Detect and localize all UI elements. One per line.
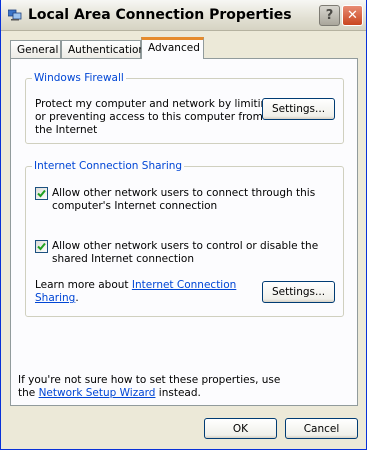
firewall-settings-button[interactable]: Settings... [262,98,335,120]
ics-group-title: Internet Connection Sharing [32,160,185,172]
footer-suffix: instead. [155,387,201,399]
learn-more-prefix: Learn more about [35,279,132,291]
ics-settings-button[interactable]: Settings... [262,281,335,303]
footer-prefix: the [18,387,39,399]
firewall-description-line-2: or preventing access to this computer fr… [35,111,263,123]
learn-more-line-2: Sharing. [35,292,79,305]
allow-control-label-line-2[interactable]: shared Internet connection [52,253,194,266]
ics-help-link-continued[interactable]: Sharing [35,292,75,304]
ok-button[interactable]: OK [204,418,277,439]
learn-more-line-1: Learn more about Internet Connection [35,279,236,292]
footer-line-2: the Network Setup Wizard instead. [18,387,201,400]
windows-firewall-group-title: Windows Firewall [32,72,126,84]
cancel-button[interactable]: Cancel [285,418,358,439]
windows-firewall-group: Windows Firewall Protect my computer and… [25,72,344,144]
allow-control-label-line-1[interactable]: Allow other network users to control or … [52,240,318,253]
tab-authentication[interactable]: Authentication [61,40,145,58]
tab-general[interactable]: General [10,40,61,58]
help-button[interactable]: ? [319,5,340,26]
allow-connect-checkbox[interactable] [35,187,48,200]
checkmark-icon [37,242,46,251]
firewall-description-line-1: Protect my computer and network by limit… [35,98,274,110]
checkmark-icon [37,189,46,198]
advanced-tab-panel: Windows Firewall Protect my computer and… [10,58,358,406]
title-bar[interactable]: Local Area Connection Properties ? ✕ [1,0,366,31]
firewall-description-line-3: the Internet [35,124,98,136]
internet-connection-sharing-group: Internet Connection Sharing Allow other … [25,160,344,317]
allow-connect-label-line-1[interactable]: Allow other network users to connect thr… [52,187,315,200]
close-button[interactable]: ✕ [342,5,363,26]
properties-dialog: Local Area Connection Properties ? ✕ Gen… [0,0,367,450]
ics-help-link[interactable]: Internet Connection [132,279,236,291]
allow-connect-label-line-2[interactable]: computer's Internet connection [52,200,217,213]
window-title: Local Area Connection Properties [28,7,292,23]
tab-advanced[interactable]: Advanced [141,37,204,59]
footer-line-1: If you're not sure how to set these prop… [18,374,281,386]
allow-control-checkbox[interactable] [35,240,48,253]
network-connection-icon [8,9,22,21]
learn-more-suffix: . [75,292,79,304]
network-setup-wizard-link[interactable]: Network Setup Wizard [39,387,156,399]
